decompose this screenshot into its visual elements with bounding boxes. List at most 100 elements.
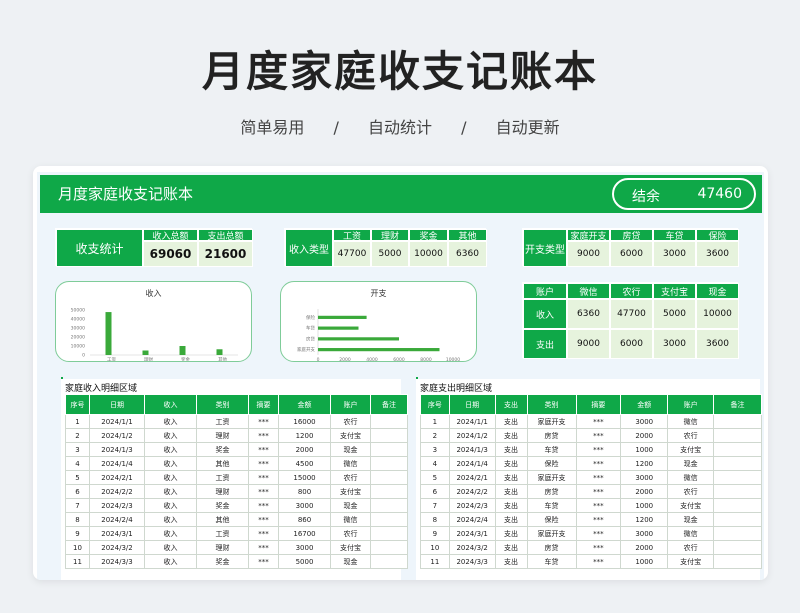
income-cell[interactable] <box>370 428 408 443</box>
expense-cell[interactable] <box>712 554 763 569</box>
income-cell[interactable]: 860 <box>278 512 331 527</box>
expense-cell[interactable]: 车贷 <box>526 442 577 457</box>
expense-cell[interactable]: 2024/2/4 <box>448 512 496 527</box>
income-cell[interactable]: 农行 <box>330 470 371 485</box>
expense-cell[interactable]: *** <box>575 526 622 541</box>
expense-cell[interactable] <box>712 470 763 485</box>
income-cell[interactable]: 7 <box>65 498 90 513</box>
expense-cell[interactable]: 家庭开支 <box>526 526 577 541</box>
expense-cell[interactable]: 11 <box>420 554 450 569</box>
income-cell[interactable]: 收入 <box>144 414 197 429</box>
income-cell[interactable]: 2 <box>65 428 90 443</box>
expense-cell[interactable]: 2000 <box>620 428 669 443</box>
expense-cell[interactable]: 车贷 <box>526 554 577 569</box>
income-cell[interactable]: 2024/1/3 <box>89 442 145 457</box>
income-cell[interactable]: 1 <box>65 414 90 429</box>
expense-cell[interactable]: *** <box>575 470 622 485</box>
expense-cell[interactable]: 家庭开支 <box>526 470 577 485</box>
expense-cell[interactable]: 家庭开支 <box>526 414 577 429</box>
income-cell[interactable]: 其他 <box>196 456 249 471</box>
income-cell[interactable]: 2024/2/3 <box>89 498 145 513</box>
income-chart[interactable]: 收入 50000 40000 30000 20000 10000 0 工资 理财 奖金 其他 <box>55 281 252 362</box>
income-cell[interactable]: 2024/2/4 <box>89 512 145 527</box>
expense-cell[interactable]: 房贷 <box>526 428 577 443</box>
income-cell[interactable] <box>370 526 408 541</box>
expense-cell[interactable]: *** <box>575 498 622 513</box>
income-cell[interactable]: 奖金 <box>196 498 249 513</box>
income-cell[interactable]: 微信 <box>330 512 371 527</box>
income-cell[interactable]: 9 <box>65 526 90 541</box>
income-type-value[interactable]: 47700 <box>333 241 371 267</box>
account-cell[interactable]: 6360 <box>567 299 610 329</box>
income-cell[interactable]: 收入 <box>144 512 197 527</box>
expense-type-value[interactable]: 9000 <box>567 241 610 267</box>
expense-cell[interactable]: 农行 <box>667 540 714 555</box>
income-cell[interactable]: 收入 <box>144 442 197 457</box>
income-cell[interactable]: 现金 <box>330 554 371 569</box>
income-cell[interactable]: 收入 <box>144 540 197 555</box>
income-cell[interactable] <box>370 512 408 527</box>
expense-cell[interactable]: 房贷 <box>526 540 577 555</box>
expense-cell[interactable]: 1000 <box>620 498 669 513</box>
expense-cell[interactable]: 3000 <box>620 414 669 429</box>
expense-cell[interactable]: 支出 <box>494 470 528 485</box>
account-cell[interactable]: 3600 <box>696 329 739 359</box>
expense-cell[interactable]: 保险 <box>526 512 577 527</box>
income-cell[interactable]: 4500 <box>278 456 331 471</box>
expense-cell[interactable] <box>712 498 763 513</box>
expense-total-cell[interactable]: 21600 <box>198 241 253 267</box>
expense-cell[interactable]: 2024/1/4 <box>448 456 496 471</box>
income-cell[interactable]: 支付宝 <box>330 484 371 499</box>
income-cell[interactable] <box>370 484 408 499</box>
expense-cell[interactable]: *** <box>575 554 622 569</box>
expense-cell[interactable]: 支付宝 <box>667 442 714 457</box>
income-cell[interactable]: *** <box>248 484 279 499</box>
income-cell[interactable]: 奖金 <box>196 554 249 569</box>
expense-cell[interactable]: 支出 <box>494 456 528 471</box>
income-cell[interactable]: 工资 <box>196 526 249 541</box>
expense-cell[interactable]: 7 <box>420 498 450 513</box>
expense-chart[interactable]: 开支 0 2000 4000 6000 8000 10000 保险 车贷 房贷 家庭开支 <box>280 281 477 362</box>
income-cell[interactable]: 2024/1/2 <box>89 428 145 443</box>
income-type-value[interactable]: 10000 <box>409 241 448 267</box>
expense-cell[interactable]: 支出 <box>494 498 528 513</box>
expense-cell[interactable]: 2024/2/3 <box>448 498 496 513</box>
income-cell[interactable] <box>370 470 408 485</box>
income-cell[interactable]: 2024/1/1 <box>89 414 145 429</box>
income-cell[interactable]: 8 <box>65 512 90 527</box>
income-cell[interactable] <box>370 498 408 513</box>
expense-cell[interactable] <box>712 512 763 527</box>
income-cell[interactable]: *** <box>248 470 279 485</box>
income-cell[interactable]: 2000 <box>278 442 331 457</box>
income-cell[interactable]: 2024/3/3 <box>89 554 145 569</box>
expense-cell[interactable]: *** <box>575 428 622 443</box>
income-cell[interactable]: 收入 <box>144 428 197 443</box>
expense-cell[interactable]: 9 <box>420 526 450 541</box>
expense-cell[interactable]: 1200 <box>620 456 669 471</box>
expense-cell[interactable]: 1200 <box>620 512 669 527</box>
income-cell[interactable]: 支付宝 <box>330 540 371 555</box>
income-cell[interactable]: 工资 <box>196 414 249 429</box>
income-cell[interactable]: 理财 <box>196 428 249 443</box>
expense-cell[interactable]: 2024/1/1 <box>448 414 496 429</box>
income-type-value[interactable]: 5000 <box>371 241 409 267</box>
expense-cell[interactable]: 2000 <box>620 540 669 555</box>
income-cell[interactable]: 现金 <box>330 442 371 457</box>
income-cell[interactable]: 3000 <box>278 540 331 555</box>
income-cell[interactable]: 支付宝 <box>330 428 371 443</box>
expense-cell[interactable]: 农行 <box>667 428 714 443</box>
expense-cell[interactable]: 微信 <box>667 526 714 541</box>
income-cell[interactable]: *** <box>248 442 279 457</box>
expense-cell[interactable]: 10 <box>420 540 450 555</box>
income-cell[interactable]: 4 <box>65 456 90 471</box>
expense-cell[interactable] <box>712 484 763 499</box>
income-cell[interactable]: 微信 <box>330 456 371 471</box>
income-cell[interactable]: 6 <box>65 484 90 499</box>
expense-cell[interactable]: 支付宝 <box>667 554 714 569</box>
expense-cell[interactable]: 1000 <box>620 442 669 457</box>
income-cell[interactable]: 农行 <box>330 414 371 429</box>
income-cell[interactable]: 收入 <box>144 456 197 471</box>
income-cell[interactable]: 收入 <box>144 470 197 485</box>
income-cell[interactable]: 收入 <box>144 554 197 569</box>
income-cell[interactable]: 1200 <box>278 428 331 443</box>
